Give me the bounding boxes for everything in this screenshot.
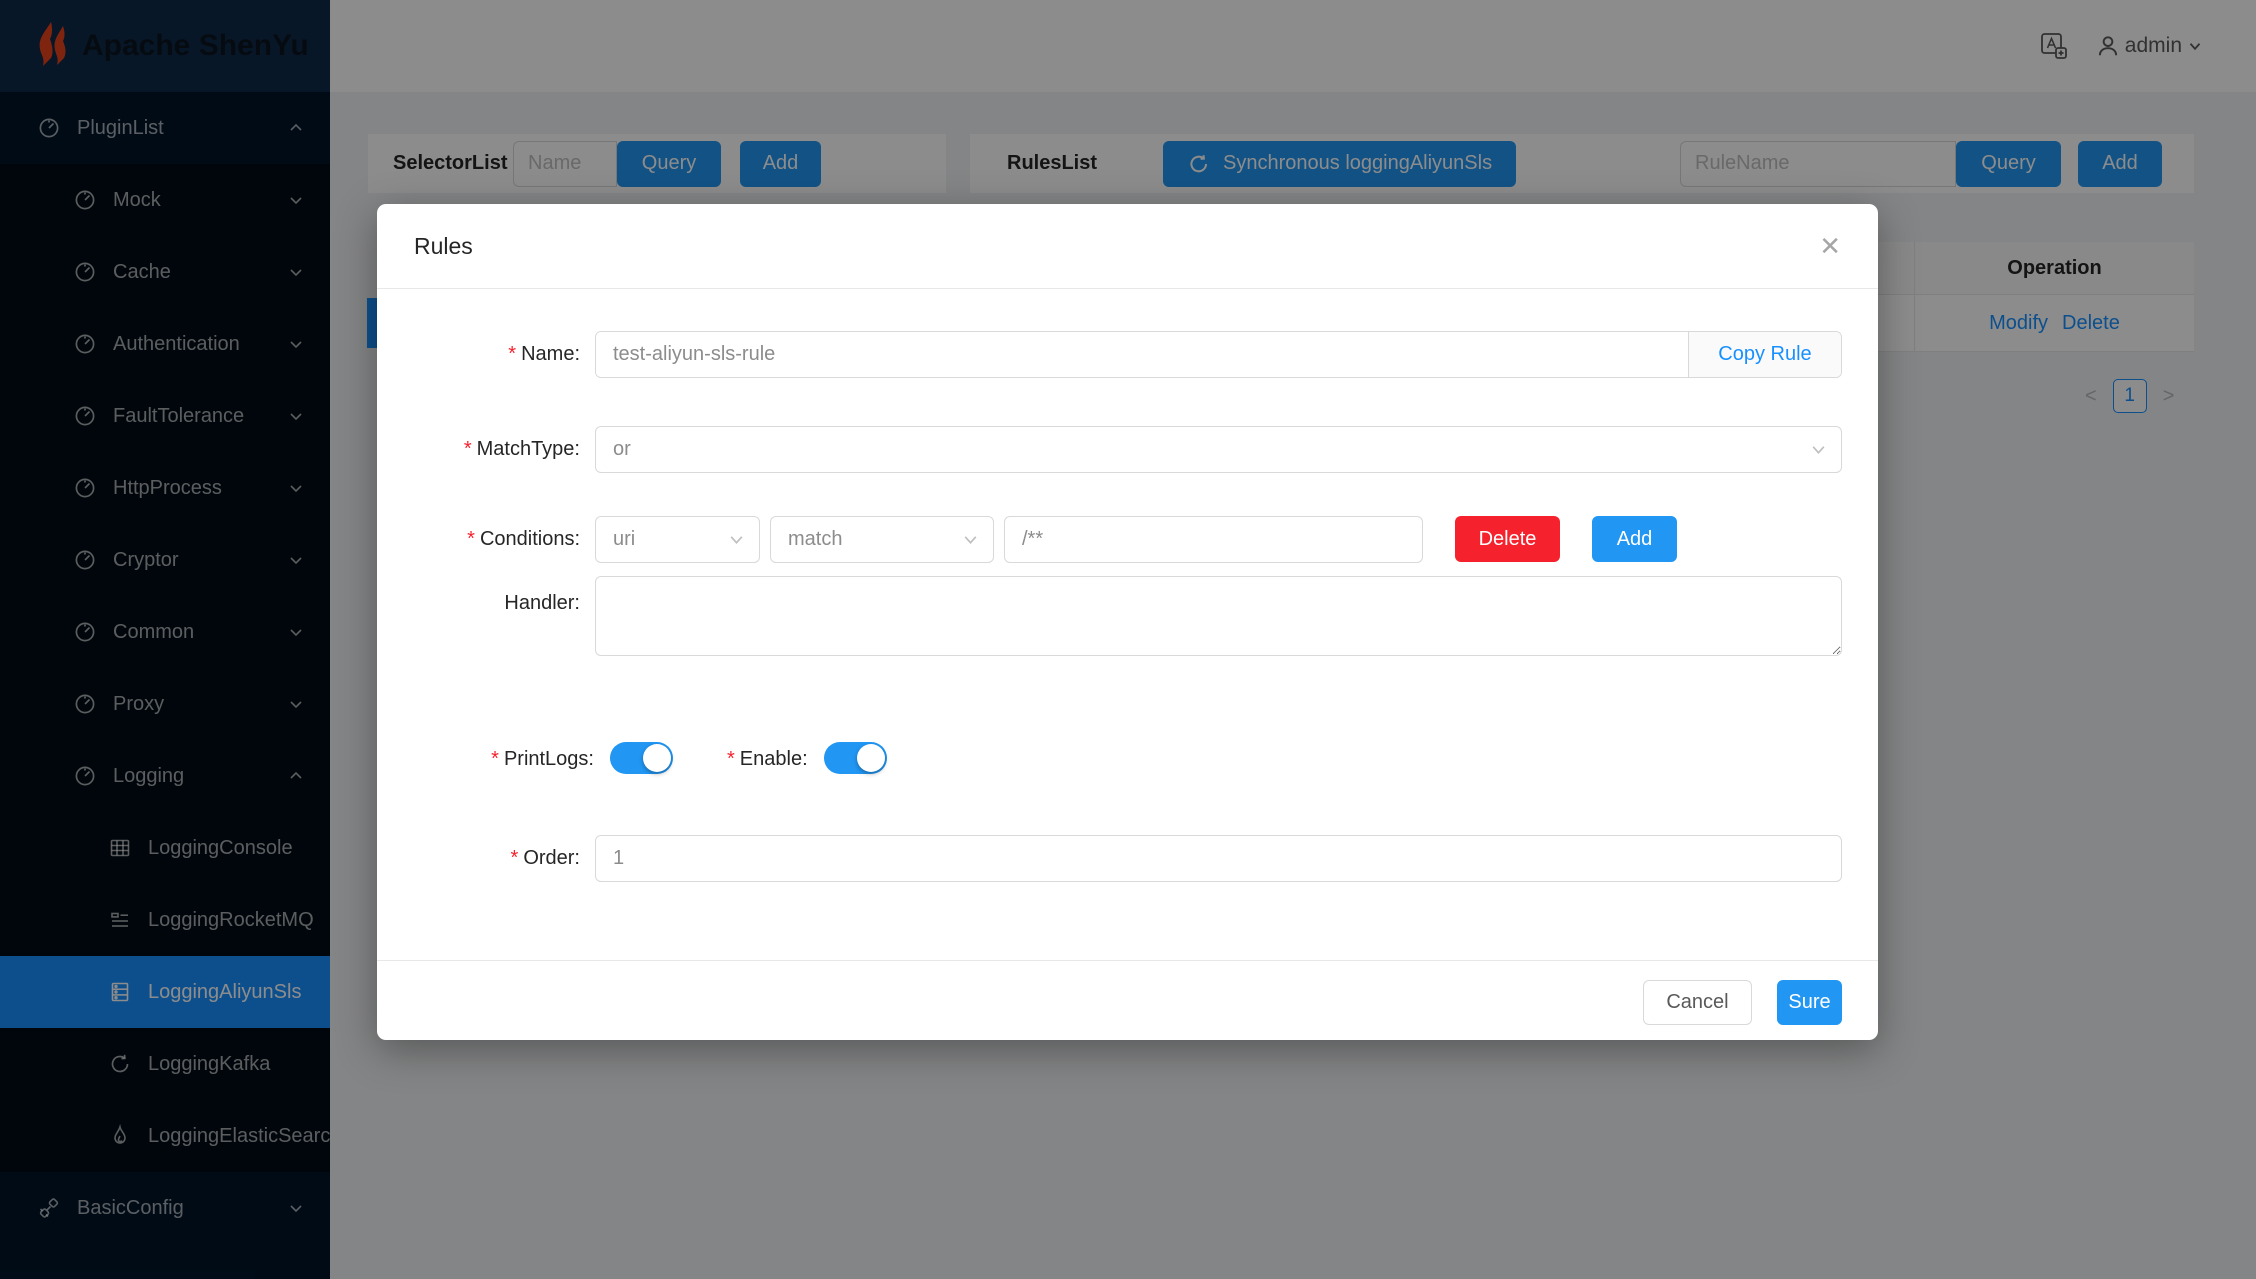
toggle-knob [857,744,885,772]
modal-header: Rules ✕ [377,204,1878,289]
rules-modal: Rules ✕ Name: Copy Rule MatchType: or Co… [377,204,1878,1040]
enable-label: Enable: [727,742,808,776]
modal-body: Name: Copy Rule MatchType: or Conditions… [377,290,1878,960]
close-icon[interactable]: ✕ [1819,233,1841,259]
printlogs-toggle[interactable] [610,742,673,774]
handler-textarea[interactable] [595,576,1842,656]
chevron-down-icon [964,536,977,544]
modal-footer-divider [377,960,1878,961]
name-input-group: Copy Rule [595,331,1842,378]
printlogs-label: PrintLogs: [377,742,594,776]
matchtype-value: or [613,438,631,460]
condition-add-button[interactable]: Add [1592,516,1677,562]
condition-paramtype-value: uri [613,528,636,550]
condition-value-input[interactable] [1004,516,1423,563]
condition-paramtype-select[interactable]: uri [595,516,760,563]
conditions-label: Conditions: [377,516,580,563]
condition-delete-button[interactable]: Delete [1455,516,1560,562]
condition-operator-value: match [788,528,843,550]
modal-title: Rules [414,232,473,259]
order-input[interactable] [595,835,1842,882]
sure-button[interactable]: Sure [1777,980,1842,1025]
chevron-down-icon [1812,446,1825,454]
order-label: Order: [377,835,580,882]
handler-label: Handler: [504,592,580,614]
cancel-button[interactable]: Cancel [1643,980,1752,1025]
name-input[interactable] [596,332,1688,377]
toggle-knob [643,744,671,772]
enable-toggle[interactable] [824,742,887,774]
matchtype-select[interactable]: or [595,426,1842,473]
matchtype-label: MatchType: [377,426,580,473]
chevron-down-icon [730,536,743,544]
condition-operator-select[interactable]: match [770,516,994,563]
copy-rule-button[interactable]: Copy Rule [1688,332,1841,377]
name-label: Name: [377,331,580,378]
